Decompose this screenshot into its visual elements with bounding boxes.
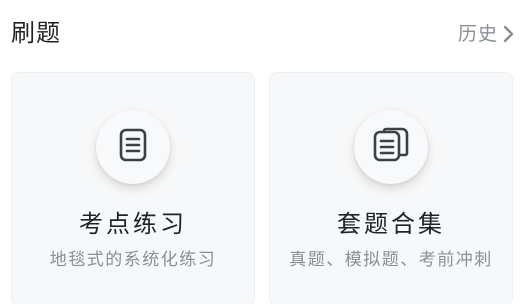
document-list-icon xyxy=(117,127,149,167)
chevron-right-icon xyxy=(502,24,516,44)
history-link[interactable]: 历史 xyxy=(458,20,516,48)
card-title: 套题合集 xyxy=(337,210,445,238)
card-subtitle: 地毯式的系统化练习 xyxy=(49,250,217,270)
card-subtitle: 真题、模拟题、考前冲刺 xyxy=(289,250,493,270)
stacked-documents-icon xyxy=(372,127,410,167)
card-title: 考点练习 xyxy=(79,210,187,238)
icon-circle xyxy=(96,110,170,184)
history-label: 历史 xyxy=(457,23,498,45)
section-header: 刷题 历史 xyxy=(0,0,530,68)
card-topic-practice[interactable]: 考点练习 地毯式的系统化练习 xyxy=(11,72,255,304)
section-title: 刷题 xyxy=(11,19,61,47)
practice-section: 刷题 历史 考点练习 地毯式的系统化练习 套题合集 真题、模拟题、考前冲刺 xyxy=(0,0,530,304)
icon-circle xyxy=(354,110,428,184)
card-exam-sets[interactable]: 套题合集 真题、模拟题、考前冲刺 xyxy=(269,72,513,304)
